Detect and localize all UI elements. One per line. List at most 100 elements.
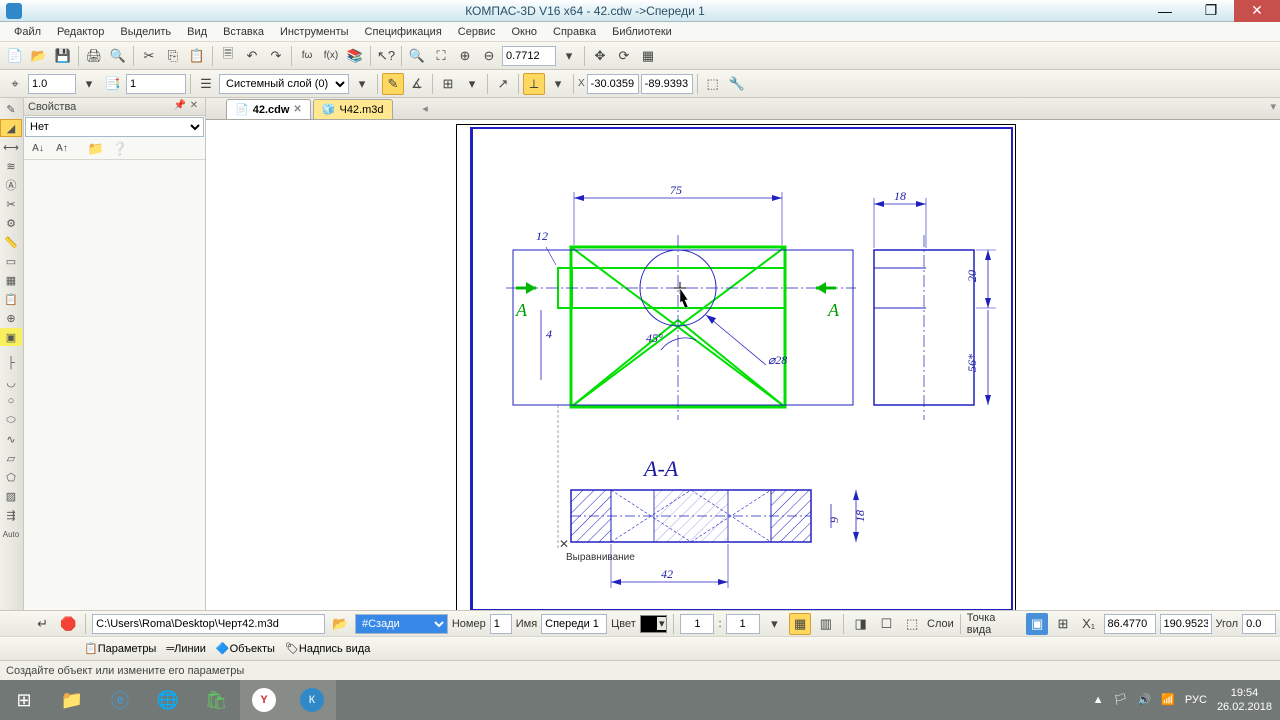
menu-edit[interactable]: Редактор — [51, 24, 110, 40]
color-picker[interactable] — [640, 615, 668, 633]
vp-y-input[interactable] — [1160, 614, 1212, 634]
print-button[interactable]: 🖨 — [83, 45, 105, 67]
tab-scroll-left[interactable]: ◂ — [418, 98, 432, 118]
preview-button[interactable]: 🔍 — [107, 45, 129, 67]
misc-button-1[interactable]: ⬚ — [702, 73, 724, 95]
copy-button[interactable]: ⎘ — [162, 45, 184, 67]
lcs-button[interactable]: ↗ — [492, 73, 514, 95]
browse-button[interactable]: 📂 — [329, 613, 351, 635]
chrome-icon[interactable]: 🌐 — [144, 680, 192, 720]
toggle-2[interactable]: ▥ — [815, 613, 837, 635]
zoom-input[interactable] — [502, 46, 556, 66]
zoom-out-button[interactable]: ⊖ — [478, 45, 500, 67]
paste-button[interactable]: 📋 — [186, 45, 208, 67]
calc-button[interactable]: f(x) — [320, 45, 342, 67]
vp-btn-2[interactable]: ⊞ — [1052, 613, 1074, 635]
vtool-offset[interactable]: ⇶ — [0, 506, 22, 524]
vtool-select[interactable]: ▭ — [0, 252, 22, 270]
vp-btn-x[interactable]: X₁ — [1078, 613, 1100, 635]
menu-tools[interactable]: Инструменты — [274, 24, 355, 40]
zoom-fit-button[interactable]: ⛶ — [430, 45, 452, 67]
vtool-hatch[interactable]: ▨ — [0, 487, 22, 505]
grid-dropdown[interactable]: ▾ — [461, 73, 483, 95]
close-button[interactable]: ✕ — [1234, 0, 1280, 22]
tab-dropdown[interactable]: ▾ — [1270, 100, 1276, 113]
toggle-3[interactable]: ◨ — [850, 613, 872, 635]
menu-view[interactable]: Вид — [181, 24, 213, 40]
zoom-in-button[interactable]: ⊕ — [454, 45, 476, 67]
prop-folder-icon[interactable]: 📁 — [85, 138, 107, 160]
vtool-circle[interactable]: ○ — [0, 392, 22, 410]
vp-btn-1[interactable]: ▣ — [1026, 613, 1048, 635]
redraw-button[interactable]: ⟳ — [613, 45, 635, 67]
zoom-dropdown[interactable]: ▾ — [558, 45, 580, 67]
vtool-line[interactable]: ├ — [0, 354, 22, 372]
constrain-button[interactable]: ⟂ — [523, 73, 545, 95]
menu-insert[interactable]: Вставка — [217, 24, 270, 40]
vtool-param[interactable]: ⚙ — [0, 214, 22, 232]
system-clock[interactable]: ▲ 🏳 🔊 📶 РУС 19:54 26.02.2018 — [1093, 686, 1280, 714]
vtool-text[interactable]: Ⓐ — [0, 176, 22, 194]
open-button[interactable]: 📂 — [28, 45, 50, 67]
tab-button[interactable]: 📑 — [102, 73, 124, 95]
vtool-report[interactable]: 📋 — [0, 290, 22, 308]
pan-button[interactable]: ✥ — [589, 45, 611, 67]
save-button[interactable]: 💾 — [52, 45, 74, 67]
tab-params[interactable]: 📋Параметры — [84, 642, 156, 655]
vtool-insert[interactable]: ⊕ — [0, 309, 22, 327]
menu-libs[interactable]: Библиотеки — [606, 24, 678, 40]
constrain-dropdown[interactable]: ▾ — [547, 73, 569, 95]
vtool-rect[interactable]: ▱ — [0, 449, 22, 467]
vtool-ellipse[interactable]: ⬭ — [0, 411, 22, 429]
vtool-dim[interactable]: ⟷ — [0, 138, 22, 156]
orientation-combo[interactable]: #Сзади — [355, 614, 448, 634]
vtool-edit2[interactable]: ✂ — [0, 195, 22, 213]
redo-button[interactable]: ↷ — [265, 45, 287, 67]
snap2-button[interactable]: ∡ — [406, 73, 428, 95]
tabno-input[interactable] — [126, 74, 186, 94]
menu-help[interactable]: Справка — [547, 24, 602, 40]
angle-input[interactable] — [1242, 614, 1276, 634]
layer-combo[interactable]: Системный слой (0) — [219, 74, 349, 94]
scale-num-input[interactable] — [680, 614, 714, 634]
create-object-button[interactable]: ↵ — [32, 613, 54, 635]
tab-caption[interactable]: 🏷Надпись вида — [285, 642, 370, 655]
ortho-button[interactable]: ✎ — [382, 73, 404, 95]
number-input[interactable] — [490, 614, 512, 634]
tab-active[interactable]: 📄 42.cdw ✕ — [226, 99, 311, 119]
layer-dropdown[interactable]: ▾ — [351, 73, 373, 95]
tab-close-icon[interactable]: ✕ — [293, 104, 301, 115]
prop-sort-asc-icon[interactable]: A↓ — [27, 138, 49, 160]
vp-x-input[interactable] — [1104, 614, 1156, 634]
properties-pin-icon[interactable]: 📌 — [173, 100, 187, 114]
coord-x-input[interactable] — [587, 74, 639, 94]
grid-show-button[interactable]: ▦ — [637, 45, 659, 67]
start-button[interactable]: ⊞ — [0, 680, 48, 720]
vtool-measure[interactable]: 📏 — [0, 233, 22, 251]
scale-den-input[interactable] — [726, 614, 760, 634]
toggle-5[interactable]: ⬚ — [901, 613, 923, 635]
props-button[interactable]: 🗏 — [217, 45, 239, 67]
vtool-arc[interactable]: ◡ — [0, 373, 22, 391]
vars-button[interactable]: fω — [296, 45, 318, 67]
prop-sort-desc-icon[interactable]: A↑ — [51, 138, 73, 160]
vtool-poly[interactable]: ⬠ — [0, 468, 22, 486]
file-path-input[interactable] — [92, 614, 325, 634]
menu-file[interactable]: Файл — [8, 24, 47, 40]
tab-inactive[interactable]: 🧊 Ч42.m3d — [313, 99, 393, 119]
layer-icon[interactable]: ☰ — [195, 73, 217, 95]
grid-button[interactable]: ⊞ — [437, 73, 459, 95]
scale-dropdown[interactable]: ▾ — [764, 613, 786, 635]
properties-style-combo[interactable]: Нет — [25, 117, 204, 137]
help-cursor-button[interactable]: ↖? — [375, 45, 397, 67]
maximize-button[interactable]: ❐ — [1188, 0, 1234, 22]
store-icon[interactable]: 🛍 — [192, 680, 240, 720]
toggle-4[interactable]: ☐ — [876, 613, 898, 635]
menu-window[interactable]: Окно — [505, 24, 543, 40]
vtool-auto[interactable]: Auto — [0, 525, 22, 543]
tab-lines[interactable]: ═Линии — [166, 643, 206, 655]
yandex-icon[interactable]: Y — [240, 680, 288, 720]
properties-close-icon[interactable]: ✕ — [187, 100, 201, 114]
explorer-icon[interactable]: 📁 — [48, 680, 96, 720]
menu-service[interactable]: Сервис — [452, 24, 502, 40]
